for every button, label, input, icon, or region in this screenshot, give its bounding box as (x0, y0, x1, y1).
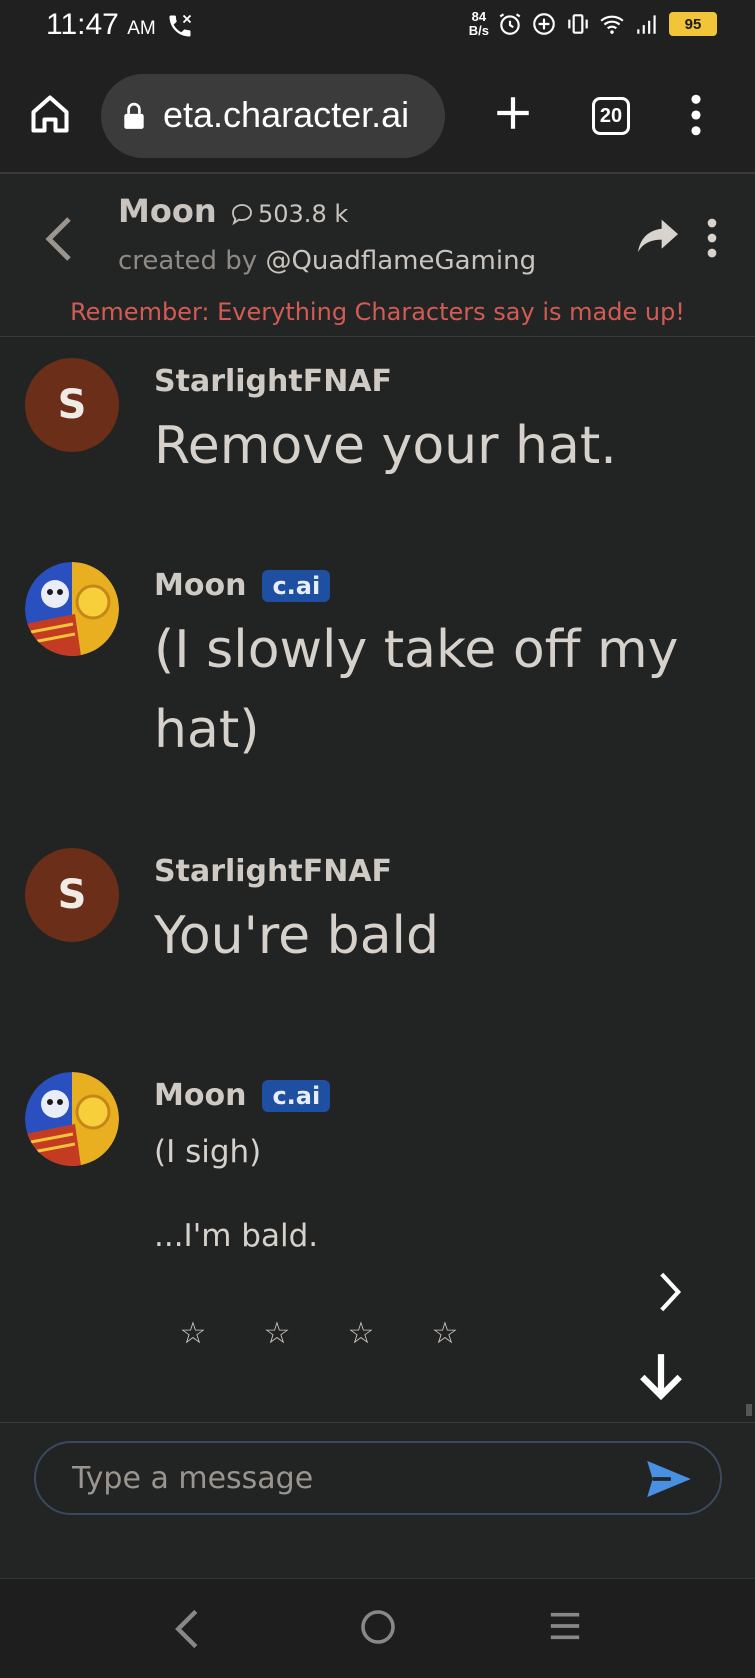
chat-bubble-icon (232, 204, 252, 226)
rating-star[interactable]: ☆ (262, 1316, 292, 1351)
status-ampm: AM (127, 18, 156, 39)
data-saver-icon (533, 13, 555, 35)
message-text: You're bald (154, 906, 440, 966)
cai-badge: c.ai (262, 569, 331, 602)
avatar[interactable]: S (25, 358, 119, 452)
sender-name: StarlightFNAF (154, 854, 392, 889)
status-icons: 84 B/s 95 (469, 10, 717, 38)
cai-badge: c.ai (262, 1079, 331, 1112)
more-vertical-icon[interactable] (702, 218, 722, 258)
rating-star[interactable]: ☆ (178, 1316, 208, 1351)
message-character: Moon c.ai (I sigh) ...I'm bald. (0, 1072, 755, 1272)
plus-icon[interactable] (492, 92, 534, 134)
rating-stars: ☆ ☆ ☆ ☆ (178, 1316, 460, 1351)
message-text-line: ...I'm bald. (154, 1218, 319, 1254)
more-vertical-icon[interactable] (684, 94, 708, 136)
message-user: S StarlightFNAF Remove your hat. (0, 358, 755, 498)
network-speed-value: 84 (471, 9, 487, 24)
chevron-right-icon[interactable] (656, 1270, 684, 1314)
sender-name-text: Moon (154, 568, 247, 603)
wifi-icon (600, 15, 624, 34)
signal-icon (637, 15, 656, 34)
status-time-value: 11:47 (46, 8, 119, 41)
disclaimer: Remember: Everything Characters say is m… (70, 298, 685, 326)
scrollbar[interactable] (746, 1404, 752, 1416)
network-speed-unit: B/s (468, 23, 489, 38)
arrow-down-icon[interactable] (636, 1350, 686, 1404)
character-name: Moon (118, 192, 217, 230)
address-bar[interactable]: eta.character.ai (101, 74, 445, 158)
home-icon[interactable] (28, 92, 72, 136)
browser-toolbar: eta.character.ai 20 (0, 50, 755, 174)
sender-name: StarlightFNAF (154, 364, 392, 399)
lock-icon (124, 102, 144, 129)
rating-star[interactable]: ☆ (430, 1316, 460, 1351)
chat-header: Moon 503.8 k created by @QuadflameGaming… (0, 174, 755, 337)
sender-name-text: Moon (154, 1078, 247, 1113)
status-bar: 11:47 AM 84 B/s 95 (0, 0, 755, 50)
back-icon[interactable] (172, 1607, 202, 1651)
send-icon[interactable] (644, 1459, 694, 1499)
message-input[interactable] (34, 1441, 722, 1515)
message-text-line: (I sigh) (154, 1134, 262, 1170)
rating-star[interactable]: ☆ (346, 1316, 376, 1351)
battery-indicator: 95 (669, 12, 717, 36)
message-count-value: 503.8 k (258, 200, 349, 228)
created-by-prefix: created by (118, 246, 266, 276)
character-avatar[interactable] (25, 1072, 119, 1166)
status-time: 11:47 AM (46, 8, 156, 42)
call-icon (169, 14, 192, 37)
message-character: Moon c.ai (I slowly take off my hat) (0, 562, 755, 762)
message-user: S StarlightFNAF You're bald (0, 848, 755, 988)
composer (0, 1422, 755, 1578)
sender-name: Moon c.ai (154, 1078, 331, 1113)
chevron-left-icon[interactable] (42, 214, 76, 264)
home-circle-icon[interactable] (360, 1609, 396, 1645)
message-text: Remove your hat. (154, 416, 617, 476)
recents-icon[interactable] (548, 1611, 582, 1641)
message-text: (I slowly take off my hat) (154, 620, 679, 760)
vibrate-icon (568, 14, 588, 34)
character-avatar[interactable] (25, 562, 119, 656)
alarm-icon (499, 13, 521, 35)
system-nav-bar (0, 1578, 755, 1678)
avatar[interactable]: S (25, 848, 119, 942)
creator-handle[interactable]: @QuadflameGaming (265, 246, 536, 276)
created-by: created by @QuadflameGaming (118, 246, 536, 276)
sender-name-text: StarlightFNAF (154, 364, 393, 399)
tabs-button[interactable]: 20 (592, 97, 630, 135)
network-speed: 84 B/s (469, 10, 489, 38)
message-count: 503.8 k (230, 200, 348, 228)
sender-name-text: StarlightFNAF (154, 854, 393, 889)
url-text: eta.character.ai (163, 94, 410, 135)
share-icon[interactable] (636, 216, 680, 256)
sender-name: Moon c.ai (154, 568, 331, 603)
